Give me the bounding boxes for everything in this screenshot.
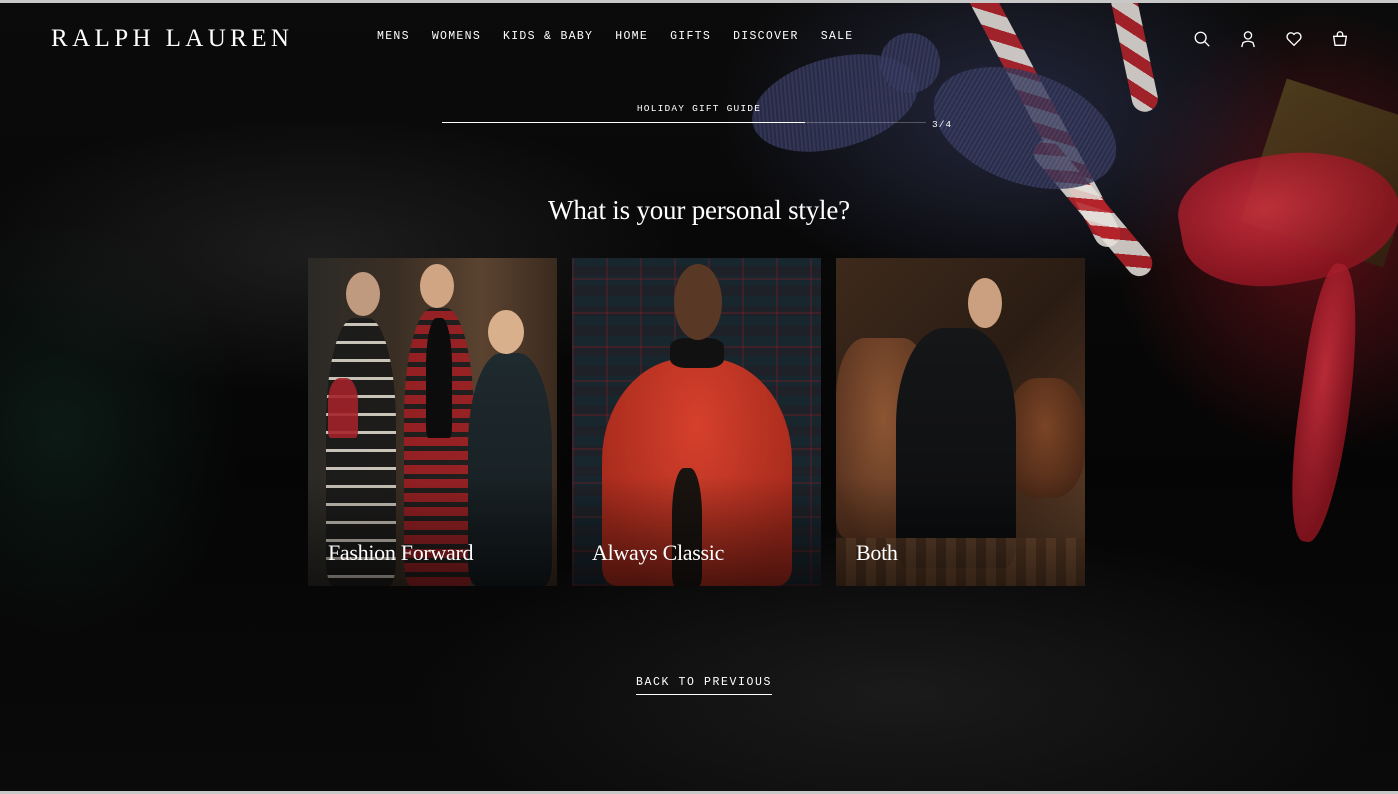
option-label-fashion-forward: Fashion Forward — [328, 540, 474, 565]
option-card-always-classic[interactable]: Always Classic — [572, 258, 821, 586]
nav-item-kids-baby[interactable]: KIDS & BABY — [503, 30, 593, 43]
nav-item-womens[interactable]: WOMENS — [432, 30, 481, 43]
card-shade — [836, 476, 1085, 586]
shopping-bag-icon[interactable] — [1330, 29, 1350, 49]
nav-item-discover[interactable]: DISCOVER — [733, 30, 799, 43]
quiz-progress-bar — [442, 122, 926, 123]
nav-item-mens[interactable]: MENS — [377, 30, 410, 43]
nav-item-home[interactable]: HOME — [615, 30, 648, 43]
style-options: Fashion Forward Always Classic Both — [308, 258, 1085, 586]
header-icons — [1192, 29, 1350, 49]
option-card-fashion-forward[interactable]: Fashion Forward — [308, 258, 557, 586]
option-card-both[interactable]: Both — [836, 258, 1085, 586]
main-nav: MENS WOMENS KIDS & BABY HOME GIFTS DISCO… — [377, 30, 876, 43]
back-to-previous-link[interactable]: BACK TO PREVIOUS — [636, 676, 773, 695]
quiz-progress-fill — [442, 122, 805, 123]
card-shade — [308, 476, 557, 586]
brand-logo[interactable]: RALPH LAUREN — [51, 25, 293, 53]
account-icon[interactable] — [1238, 29, 1258, 49]
nav-item-gifts[interactable]: GIFTS — [670, 30, 711, 43]
step-counter: 3/4 — [932, 119, 953, 130]
hero-background: RALPH LAUREN MENS WOMENS KIDS & BABY HOM… — [0, 3, 1398, 791]
card-shade — [572, 476, 821, 586]
guide-label: HOLIDAY GIFT GUIDE — [636, 103, 762, 114]
quiz-question: What is your personal style? — [548, 195, 850, 225]
option-label-always-classic: Always Classic — [592, 540, 725, 565]
site-header: RALPH LAUREN MENS WOMENS KIDS & BABY HOM… — [0, 3, 1398, 78]
red-ribbon-decoration — [1280, 260, 1370, 546]
nav-item-sale[interactable]: SALE — [821, 30, 854, 43]
option-label-both: Both — [856, 540, 898, 565]
wishlist-heart-icon[interactable] — [1284, 29, 1304, 49]
search-icon[interactable] — [1192, 29, 1212, 49]
